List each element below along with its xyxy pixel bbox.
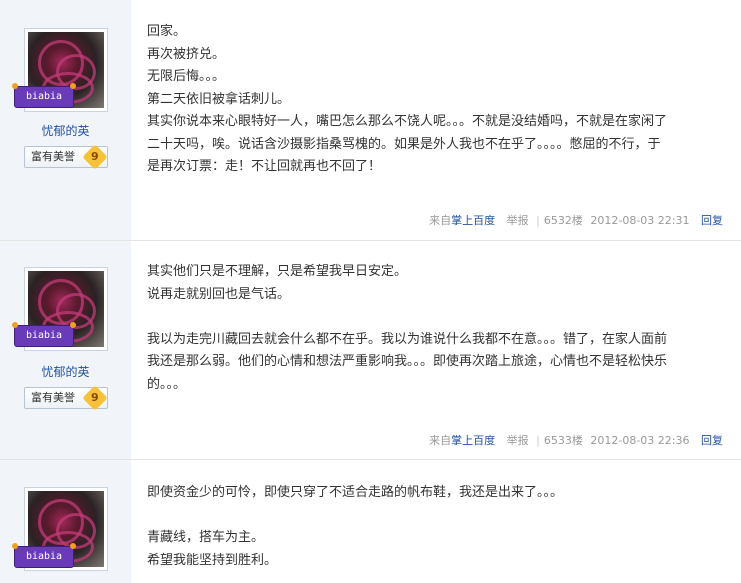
- post-line: [147, 505, 725, 528]
- post-2: biabia 忧郁的英 富有美誉 9 其实他们只是不理解，只是希望我早日安定。 …: [0, 241, 741, 460]
- post-content: 回家。 再次被挤兑。 无限后悔。。。 第二天依旧被拿话刺儿。 其实你说本来心眼特…: [131, 0, 741, 240]
- post-body: 其实他们只是不理解，只是希望我早日安定。 说再走就别回也是气话。 我以为走完川藏…: [147, 261, 725, 396]
- post-time: 2012-08-03 22:31: [590, 214, 690, 227]
- post-meta: 来自掌上百度 举报 | 6533楼 2012-08-03 22:36 回复: [429, 434, 723, 447]
- post-line: 青藏线，搭车为主。: [147, 530, 265, 545]
- post-line: 二十天吗，唉。说话含沙摄影指桑骂槐的。如果是外人我也不在乎了。。。。憋屈的不行，…: [147, 136, 661, 152]
- level-star-icon: 9: [82, 385, 108, 411]
- user-badge: biabia: [12, 322, 76, 347]
- user-badge: biabia: [12, 83, 76, 108]
- post-content: 其实他们只是不理解，只是希望我早日安定。 说再走就别回也是气话。 我以为走完川藏…: [131, 241, 741, 459]
- report-link[interactable]: 举报: [507, 434, 529, 447]
- floor-number: 6533楼: [543, 434, 583, 447]
- post-line: 回家。: [147, 24, 187, 39]
- post-1: biabia 忧郁的英 富有美誉 9 回家。 再次被挤兑。 无限后悔。。。 第二…: [0, 0, 741, 241]
- post-body: 回家。 再次被挤兑。 无限后悔。。。 第二天依旧被拿话刺儿。 其实你说本来心眼特…: [147, 21, 725, 179]
- post-line: 第二天依旧被拿话刺儿。: [147, 91, 291, 107]
- meta-from: 来自: [429, 434, 452, 447]
- report-link[interactable]: 举报: [507, 214, 529, 227]
- post-line: 再次被挤兑。: [147, 46, 226, 62]
- post-content: 即使资金少的可怜，即使只穿了不适合走路的帆布鞋，我还是出来了。。。 青藏线，搭车…: [131, 460, 741, 583]
- post-body: 即使资金少的可怜，即使只穿了不适合走路的帆布鞋，我还是出来了。。。 青藏线，搭车…: [147, 482, 725, 572]
- level-text: 富有美誉: [31, 150, 75, 163]
- post-meta: 来自掌上百度 举报 | 6532楼 2012-08-03 22:31 回复: [429, 214, 723, 227]
- post-line: 我还是那么弱。他们的心情和想法严重影响我。。。即使再次踏上旅途，心情也不是轻松快…: [147, 354, 668, 369]
- post-line: 其实他们只是不理解，只是希望我早日安定。: [147, 264, 408, 279]
- post-line: [147, 306, 725, 329]
- post-line: 希望我能坚持到胜利。: [147, 552, 278, 568]
- post-line: 说再走就别回也是气话。: [147, 286, 291, 302]
- source-link[interactable]: 掌上百度: [451, 434, 495, 447]
- author-panel: biabia 忧郁的英 富有美誉 9: [0, 241, 131, 459]
- level-text: 富有美誉: [31, 391, 75, 404]
- post-line: 的。。。: [147, 376, 187, 392]
- post-3: biabia 即使资金少的可怜，即使只穿了不适合走路的帆布鞋，我还是出来了。。。…: [0, 460, 741, 583]
- level-badge[interactable]: 富有美誉 9: [24, 385, 108, 411]
- level-badge[interactable]: 富有美誉 9: [24, 144, 108, 170]
- source-link[interactable]: 掌上百度: [451, 214, 495, 227]
- reply-button[interactable]: 回复: [701, 434, 723, 447]
- post-line: 是再次订票：走！不让回就再也不回了！: [147, 159, 382, 174]
- meta-from: 来自: [429, 214, 452, 227]
- author-panel: biabia 忧郁的英 富有美誉 9: [0, 0, 131, 240]
- post-line: 即使资金少的可怜，即使只穿了不适合走路的帆布鞋，我还是出来了。。。: [147, 485, 564, 500]
- username-link[interactable]: 忧郁的英: [0, 122, 131, 139]
- username-link[interactable]: 忧郁的英: [0, 363, 131, 380]
- post-line: 其实你说本来心眼特好一人，嘴巴怎么那么不饶人呢。。。不就是没结婚吗，不就是在家闲…: [147, 114, 668, 129]
- post-line: 我以为走完川藏回去就会什么都不在乎。我以为谁说什么我都不在意。。。错了，在家人面…: [147, 331, 668, 347]
- reply-button[interactable]: 回复: [701, 214, 723, 227]
- author-panel: biabia: [0, 460, 131, 583]
- user-badge: biabia: [12, 543, 76, 568]
- post-time: 2012-08-03 22:36: [590, 434, 690, 447]
- level-star-icon: 9: [82, 144, 108, 170]
- post-line: 无限后悔。。。: [147, 69, 226, 84]
- floor-number: 6532楼: [543, 214, 583, 227]
